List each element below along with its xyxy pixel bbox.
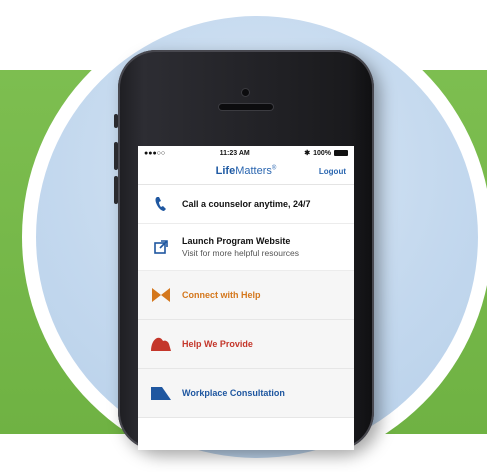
phone-volume-up-button <box>114 142 118 170</box>
status-right-group: ✱ 100% <box>304 149 348 157</box>
phone-mute-switch <box>114 114 118 128</box>
status-bar: ●●●○○ 11:23 AM ✱ 100% <box>138 146 354 160</box>
brand-bold: Life <box>215 165 236 177</box>
call-counselor-label: Call a counselor anytime, 24/7 <box>182 199 311 209</box>
status-time: 11:23 AM <box>219 149 250 157</box>
earpiece-speaker <box>219 104 273 110</box>
phone-device: ●●●○○ 11:23 AM ✱ 100% LifeMatters® Logou… <box>114 50 374 450</box>
bluetooth-icon: ✱ <box>304 150 311 157</box>
battery-percent: 100% <box>313 149 331 157</box>
connect-with-help-label: Connect with Help <box>182 290 261 300</box>
front-camera <box>242 89 249 96</box>
help-we-provide-label: Help We Provide <box>182 339 253 349</box>
brand-regular: Matters <box>235 165 272 177</box>
logout-button[interactable]: Logout <box>319 167 346 176</box>
launch-website-label: Launch Program Website <box>182 236 291 246</box>
trapezoid-icon <box>150 385 172 401</box>
shape-icon <box>150 336 172 352</box>
connect-with-help-row[interactable]: Connect with Help <box>138 271 354 320</box>
workplace-consultation-row[interactable]: Workplace Consultation <box>138 369 354 418</box>
signal-strength: ●●●○○ <box>144 149 166 157</box>
app-header: LifeMatters® Logout <box>138 160 354 185</box>
external-link-icon <box>150 239 172 255</box>
brand-mark: ® <box>271 165 277 172</box>
battery-icon <box>333 150 348 156</box>
launch-website-row[interactable]: Launch Program Website Visit for more he… <box>138 224 354 271</box>
launch-website-text: Launch Program Website Visit for more he… <box>182 236 299 258</box>
phone-screen: ●●●○○ 11:23 AM ✱ 100% LifeMatters® Logou… <box>138 146 354 450</box>
workplace-consultation-label: Workplace Consultation <box>182 388 285 398</box>
help-we-provide-row[interactable]: Help We Provide <box>138 320 354 369</box>
phone-volume-down-button <box>114 176 118 204</box>
call-counselor-row[interactable]: Call a counselor anytime, 24/7 <box>138 185 354 224</box>
launch-website-sublabel: Visit for more helpful resources <box>182 248 300 258</box>
phone-icon <box>150 196 172 212</box>
bowtie-icon <box>150 287 172 303</box>
